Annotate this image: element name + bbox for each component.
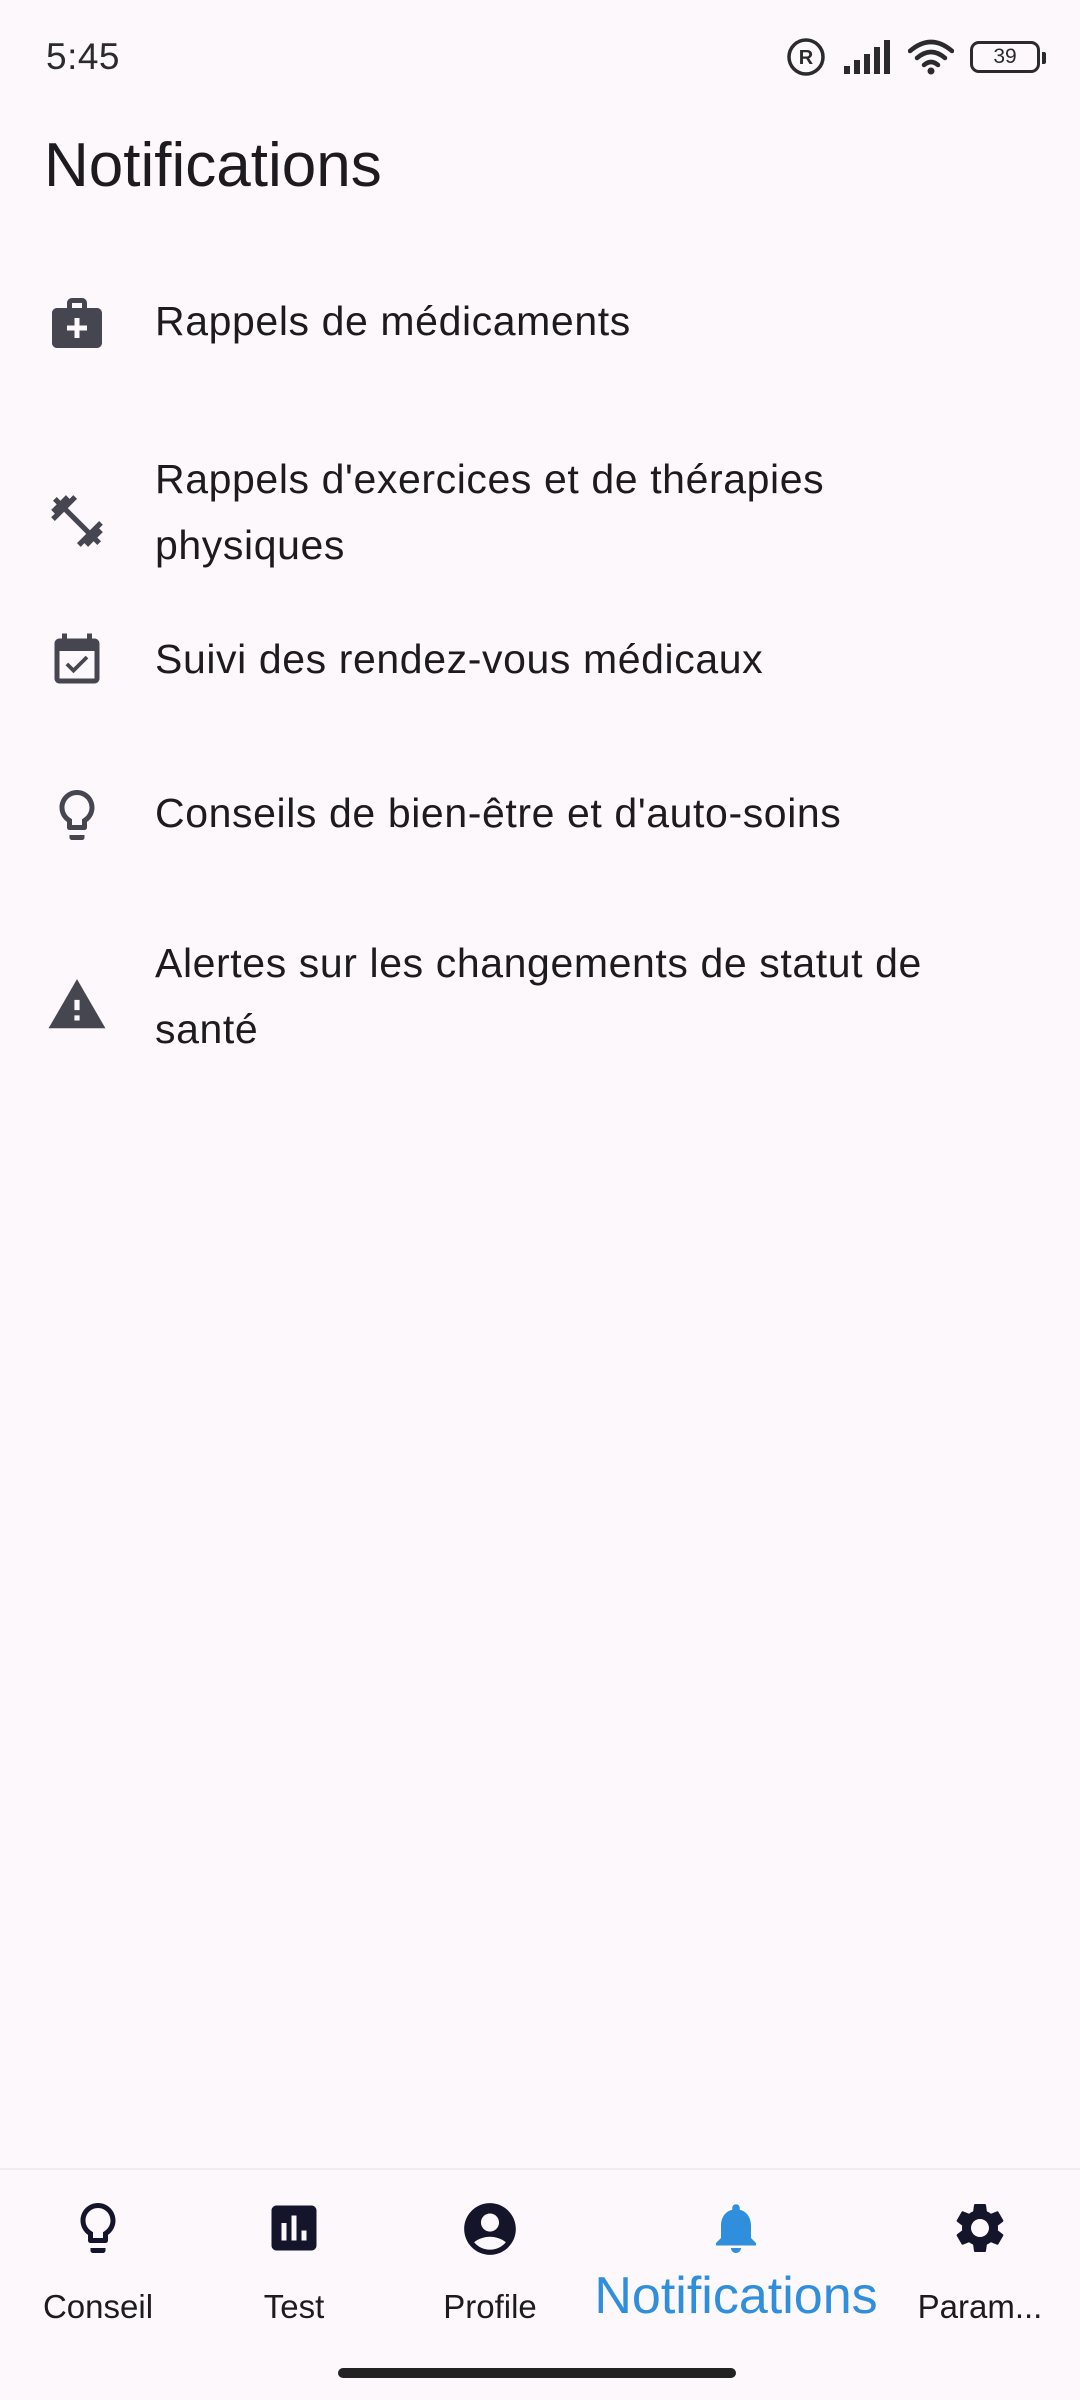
battery-level: 39 xyxy=(993,45,1017,68)
nav-label: Param... xyxy=(917,2288,1043,2325)
list-item-wellness-tips[interactable]: Conseils de bien-être et d'auto-soins xyxy=(0,758,1080,888)
status-time: 5:45 xyxy=(46,36,121,77)
bottom-navigation: Conseil Test Profile Notifications Param… xyxy=(0,2168,1080,2354)
list-item-label: Suivi des rendez-vous médicaux xyxy=(155,636,764,682)
lightbulb-icon xyxy=(68,2198,128,2263)
signal-icon xyxy=(842,40,892,74)
bar-chart-icon xyxy=(264,2198,324,2263)
status-icons: R 39 xyxy=(786,34,1046,80)
list-item-medical-appointments[interactable]: Suivi des rendez-vous médicaux xyxy=(0,598,1080,728)
nav-item-parametres[interactable]: Param... xyxy=(900,2170,1060,2356)
registered-icon: R xyxy=(786,37,826,77)
account-circle-icon xyxy=(459,2198,521,2265)
nav-label: Conseil xyxy=(42,2288,154,2325)
list-item-medication-reminders[interactable]: Rappels de médicaments xyxy=(0,258,1080,388)
dumbbell-icon xyxy=(46,490,108,552)
nav-item-profile[interactable]: Profile xyxy=(410,2170,570,2356)
list-item-label: Alertes sur les changements de statut de… xyxy=(155,940,922,1052)
list-item-health-status-alerts[interactable]: Alertes sur les changements de statut de… xyxy=(0,902,1080,1052)
nav-label: Test xyxy=(263,2288,325,2325)
list-item-label: Rappels de médicaments xyxy=(155,298,631,344)
battery-icon: 39 xyxy=(970,41,1046,73)
list-item-label: Conseils de bien-être et d'auto-soins xyxy=(155,790,842,836)
medical-kit-icon xyxy=(46,292,108,354)
nav-item-conseil[interactable]: Conseil xyxy=(18,2170,178,2356)
nav-item-test[interactable]: Test xyxy=(214,2170,374,2356)
gear-icon xyxy=(950,2198,1010,2263)
list-item-label: Rappels d'exercices et de thérapies phys… xyxy=(155,456,825,568)
warning-icon xyxy=(46,974,108,1036)
lightbulb-icon xyxy=(46,784,108,846)
status-bar: 5:45 R 39 xyxy=(0,0,1080,110)
nav-label: Profile xyxy=(443,2288,537,2325)
wifi-icon xyxy=(908,39,954,75)
nav-item-notifications[interactable]: Notifications xyxy=(586,2170,886,2356)
bell-icon xyxy=(706,2198,766,2263)
nav-label: Notifications xyxy=(594,2267,878,2325)
list-item-exercise-reminders[interactable]: Rappels d'exercices et de thérapies phys… xyxy=(0,418,1080,568)
page-title: Notifications xyxy=(44,131,382,200)
svg-text:R: R xyxy=(799,47,814,69)
home-indicator[interactable] xyxy=(338,2368,736,2378)
calendar-check-icon xyxy=(46,630,108,692)
